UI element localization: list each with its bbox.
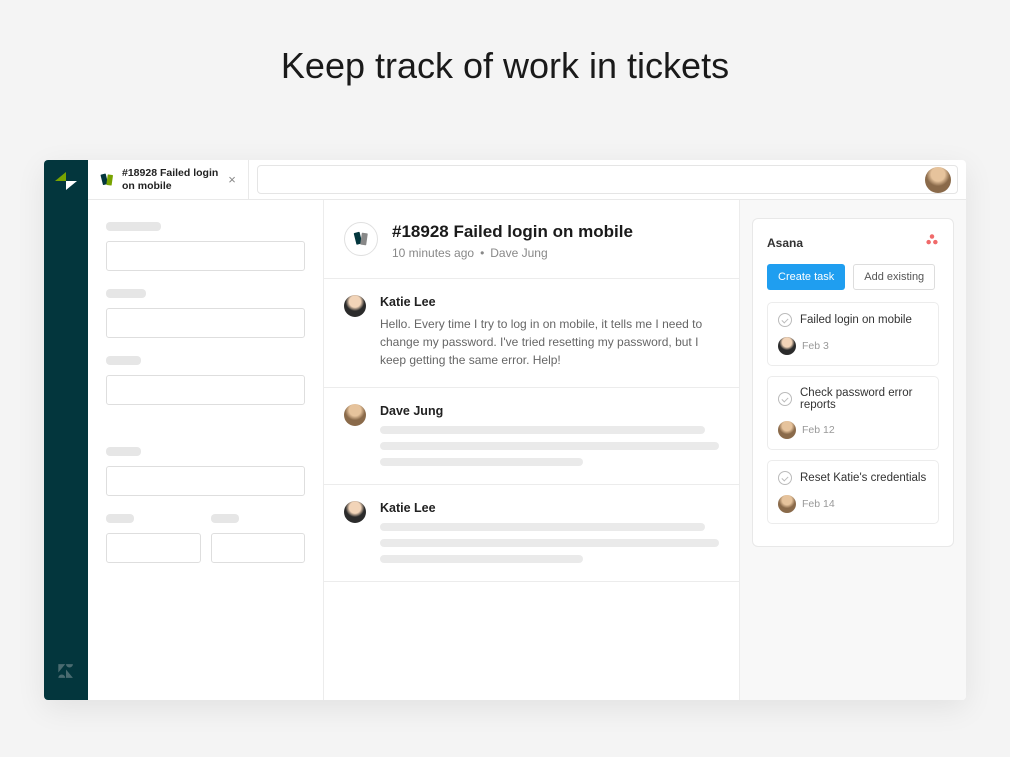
asana-task[interactable]: Failed login on mobile Feb 3 bbox=[767, 302, 939, 366]
property-label-placeholder bbox=[106, 289, 146, 298]
create-task-button[interactable]: Create task bbox=[767, 264, 845, 290]
property-label-placeholder bbox=[106, 514, 134, 523]
task-title: Failed login on mobile bbox=[800, 314, 912, 326]
ticket-properties-panel bbox=[88, 200, 324, 700]
asana-logo-icon bbox=[925, 233, 939, 252]
message-placeholder-line bbox=[380, 523, 705, 531]
message-placeholder-line bbox=[380, 426, 705, 434]
task-assignee-avatar bbox=[778, 421, 796, 439]
ticket-icon bbox=[98, 171, 116, 189]
message-author: Dave Jung bbox=[380, 404, 719, 418]
property-field[interactable] bbox=[106, 466, 305, 496]
sidebar-apps: Asana Create task Add existing Failed lo… bbox=[740, 200, 966, 700]
ticket-header: #18928 Failed login on mobile 10 minutes… bbox=[324, 200, 739, 279]
message-text: Hello. Every time I try to log in on mob… bbox=[380, 315, 719, 369]
app-window: #18928 Failed login on mobile × bbox=[44, 160, 966, 700]
message-placeholder-line bbox=[380, 458, 583, 466]
message-author: Katie Lee bbox=[380, 501, 719, 515]
conversation-panel: #18928 Failed login on mobile 10 minutes… bbox=[324, 200, 740, 700]
ticket-tab[interactable]: #18928 Failed login on mobile × bbox=[88, 160, 249, 199]
property-label-placeholder bbox=[106, 222, 161, 231]
asana-widget-title: Asana bbox=[767, 236, 803, 250]
search-bar[interactable] bbox=[257, 165, 958, 194]
asana-widget: Asana Create task Add existing Failed lo… bbox=[752, 218, 954, 547]
task-complete-icon[interactable] bbox=[778, 392, 792, 406]
message: Katie Lee Hello. Every time I try to log … bbox=[324, 279, 739, 388]
topbar: #18928 Failed login on mobile × bbox=[88, 160, 966, 200]
current-user-avatar[interactable] bbox=[925, 167, 951, 193]
property-label-placeholder bbox=[106, 447, 141, 456]
property-label-placeholder bbox=[106, 356, 141, 365]
task-due-date: Feb 12 bbox=[802, 424, 835, 436]
task-due-date: Feb 14 bbox=[802, 498, 835, 510]
task-assignee-avatar bbox=[778, 495, 796, 513]
ticket-source-icon bbox=[344, 222, 378, 256]
property-label-placeholder bbox=[211, 514, 239, 523]
message: Dave Jung bbox=[324, 388, 739, 485]
message-author: Katie Lee bbox=[380, 295, 719, 309]
message-placeholder-line bbox=[380, 539, 719, 547]
property-field[interactable] bbox=[211, 533, 306, 563]
asana-task[interactable]: Reset Katie's credentials Feb 14 bbox=[767, 460, 939, 524]
task-due-date: Feb 3 bbox=[802, 340, 829, 352]
task-complete-icon[interactable] bbox=[778, 313, 792, 327]
tab-close-icon[interactable]: × bbox=[224, 172, 240, 187]
ticket-time: 10 minutes ago bbox=[392, 246, 474, 260]
task-complete-icon[interactable] bbox=[778, 471, 792, 485]
ticket-title: #18928 Failed login on mobile bbox=[392, 222, 633, 242]
nav-rail bbox=[44, 160, 88, 700]
message-avatar bbox=[344, 501, 366, 523]
task-assignee-avatar bbox=[778, 337, 796, 355]
add-existing-button[interactable]: Add existing bbox=[853, 264, 935, 290]
tab-title-line1: #18928 Failed login bbox=[122, 167, 218, 180]
ticket-author: Dave Jung bbox=[490, 246, 547, 260]
property-field[interactable] bbox=[106, 375, 305, 405]
property-field[interactable] bbox=[106, 308, 305, 338]
property-field[interactable] bbox=[106, 241, 305, 271]
message-placeholder-line bbox=[380, 442, 719, 450]
message-avatar bbox=[344, 295, 366, 317]
page-hero-title: Keep track of work in tickets bbox=[0, 0, 1010, 127]
zendesk-logo-icon[interactable] bbox=[55, 170, 77, 192]
message: Katie Lee bbox=[324, 485, 739, 582]
zendesk-z-icon[interactable] bbox=[56, 661, 76, 686]
message-placeholder-line bbox=[380, 555, 583, 563]
ticket-meta: 10 minutes ago•Dave Jung bbox=[392, 246, 633, 260]
tab-title-line2: on mobile bbox=[122, 180, 218, 193]
property-field[interactable] bbox=[106, 533, 201, 563]
asana-task[interactable]: Check password error reports Feb 12 bbox=[767, 376, 939, 450]
message-avatar bbox=[344, 404, 366, 426]
task-title: Check password error reports bbox=[800, 387, 928, 411]
task-title: Reset Katie's credentials bbox=[800, 472, 926, 484]
